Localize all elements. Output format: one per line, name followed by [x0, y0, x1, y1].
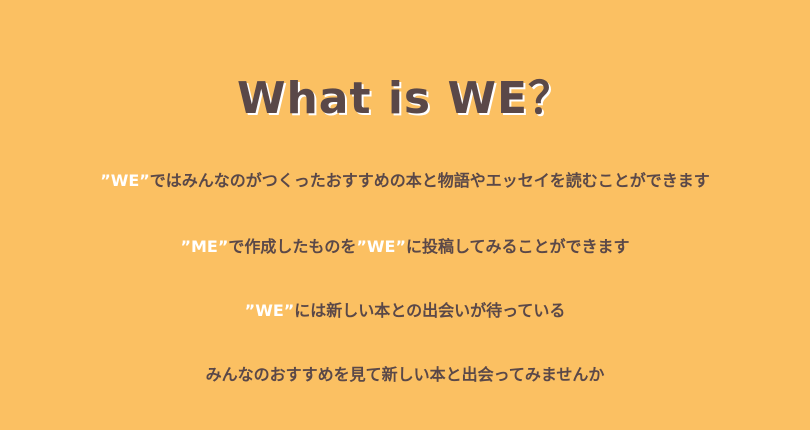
me-highlight: ”ME” — [180, 237, 229, 256]
we-highlight: ”WE” — [100, 171, 150, 190]
description-line-3: ”WE”には新しい本との出会いが待っている — [0, 297, 810, 321]
description-line-2: ”ME”で作成したものを”WE”に投稿してみることができます — [0, 233, 810, 257]
section-title: What is WE？ — [236, 73, 574, 124]
description-line-4: みんなのおすすめを見て新しい本と出会ってみませんか — [205, 365, 605, 384]
description-line-2-text-a: で作成したものを — [228, 237, 357, 256]
description-line-3-text: には新しい本との出会いが待っている — [294, 301, 566, 320]
we-highlight: ”WE” — [356, 237, 406, 256]
description-line-2-text-b: に投稿してみることができます — [405, 237, 630, 256]
description-line-1-text: ではみんなのがつくったおすすめの本と物語やエッセイを読むことができます — [149, 171, 710, 190]
we-highlight: ”WE” — [244, 301, 295, 320]
what-is-we-section: What is WE？ ”WE”ではみんなのがつくったおすすめの本と物語やエッセ… — [0, 0, 810, 430]
description-line-1: ”WE”ではみんなのがつくったおすすめの本と物語やエッセイを読むことができます — [0, 167, 810, 191]
